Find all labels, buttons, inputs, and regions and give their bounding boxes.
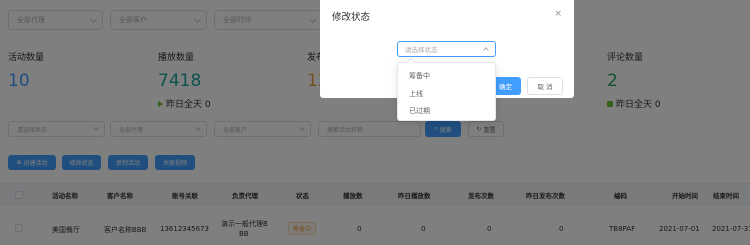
confirm-button-label: 确定	[499, 83, 512, 91]
chevron-up-icon	[483, 47, 489, 53]
cancel-button-label: 取 消	[537, 83, 553, 91]
dropdown-option-preparing[interactable]: 筹备中	[409, 71, 430, 81]
dropdown-option-expired[interactable]: 已过期	[409, 106, 430, 116]
dialog-title: 修改状态	[332, 12, 371, 23]
status-select[interactable]: 请选择状态	[397, 41, 496, 57]
status-dropdown: 筹备中 上线 已过期	[397, 57, 496, 121]
dropdown-option-online[interactable]: 上线	[409, 89, 423, 99]
close-icon[interactable]: ×	[554, 9, 562, 19]
cancel-button[interactable]: 取 消	[527, 77, 563, 95]
status-select-placeholder: 请选择状态	[405, 46, 438, 54]
